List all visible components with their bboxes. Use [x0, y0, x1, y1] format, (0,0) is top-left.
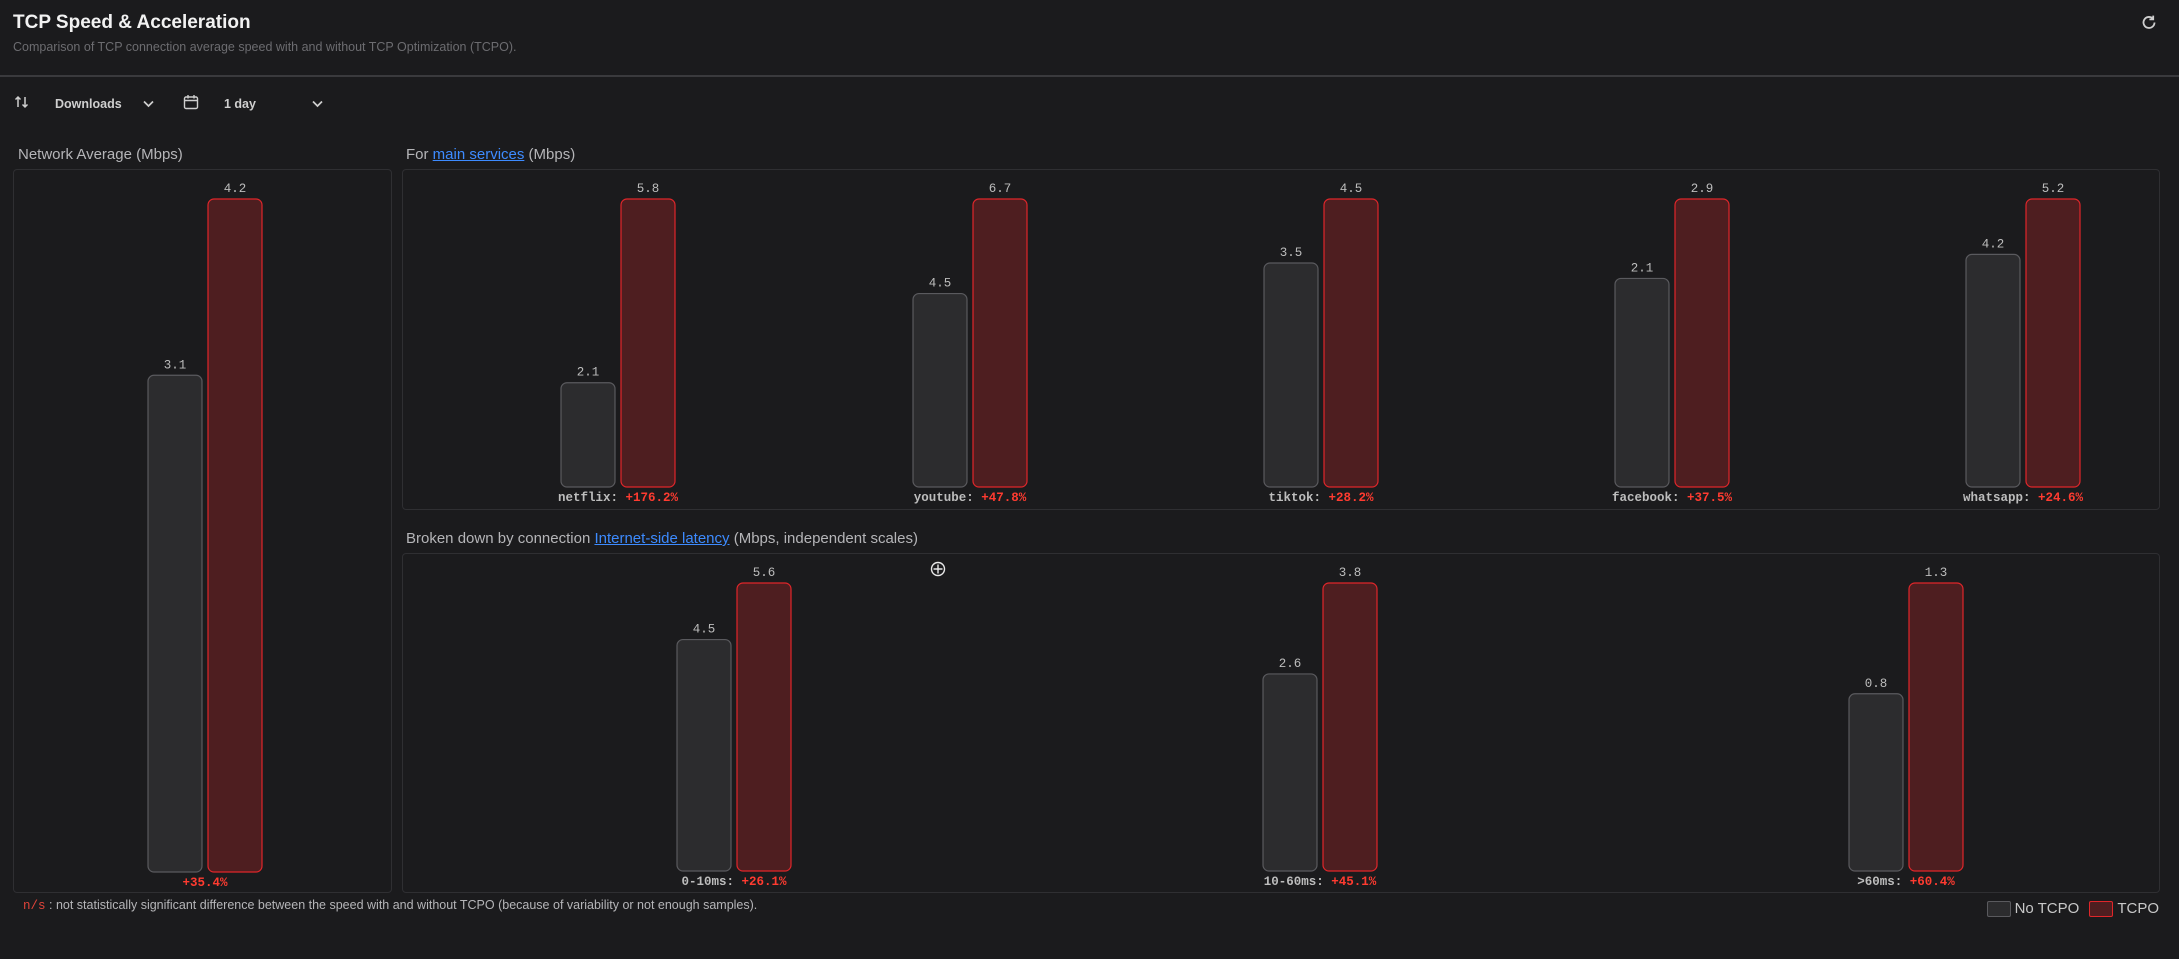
- category-label: youtube: +47.8%: [914, 491, 1027, 505]
- bar-tcpo-whatsapp[interactable]: [2025, 198, 2081, 488]
- category-name: facebook:: [1612, 491, 1687, 505]
- latency-title-suffix: (Mbps, independent scales): [729, 530, 918, 547]
- category-name: tiktok:: [1268, 491, 1328, 505]
- bar-no-tcpo-youtube[interactable]: [912, 292, 968, 488]
- bar-no-tcpo-facebook[interactable]: [1614, 277, 1670, 488]
- category-name: youtube:: [914, 491, 982, 505]
- category-name: >60ms:: [1857, 875, 1910, 889]
- bar-no-tcpo[interactable]: [147, 374, 203, 873]
- bar-tcpo[interactable]: [207, 198, 263, 873]
- sort-arrows-icon: [14, 95, 29, 109]
- latency-title-prefix: Broken down by connection: [406, 530, 595, 547]
- category-label: netflix: +176.2%: [558, 491, 679, 505]
- bar-no-tcpo-tiktok[interactable]: [1263, 262, 1319, 488]
- bar-tcpo-netflix[interactable]: [620, 198, 676, 488]
- data-label-no-tcpo: 4.5: [693, 623, 716, 637]
- page-title: TCP Speed & Acceleration: [13, 12, 251, 33]
- data-label-tcpo: 5.2: [2042, 182, 2065, 196]
- gain-label: +37.5%: [1687, 491, 1733, 505]
- period-select[interactable]: 1 day: [224, 97, 324, 115]
- services-chart: 2.1 5.8 netflix: +176.2% 4.5 6.7 youtube: +47…: [558, 182, 2084, 505]
- data-label-no-tcpo: 3.5: [1280, 246, 1303, 260]
- services-panel-title: For main services (Mbps): [406, 146, 575, 163]
- latency-chart: 4.5 5.6 0-10ms: +26.1% 2.6 3.8 10-60ms: +45.1…: [676, 566, 1964, 889]
- bar-tcpo-tiktok[interactable]: [1323, 198, 1379, 488]
- bar-tcpo->60ms[interactable]: [1908, 582, 1964, 872]
- data-label-tcpo: 4.5: [1340, 182, 1363, 196]
- latency-link[interactable]: Internet-side latency: [594, 530, 729, 547]
- category-label: tiktok: +28.2%: [1268, 491, 1374, 505]
- toolbar: Downloads 1 day: [0, 92, 400, 120]
- data-label-tcpo: 4.2: [224, 182, 247, 196]
- gain-label: +35.4%: [182, 876, 228, 890]
- data-label-tcpo: 2.9: [1691, 182, 1714, 196]
- category-name: whatsapp:: [1963, 491, 2038, 505]
- legend-no-tcpo-swatch: [1986, 900, 2011, 917]
- data-label-no-tcpo: 4.5: [929, 277, 952, 291]
- data-label-no-tcpo: 3.1: [164, 358, 187, 372]
- services-title-suffix: (Mbps): [524, 146, 576, 163]
- main-services-link[interactable]: main services: [433, 146, 525, 163]
- gain-label: +28.2%: [1329, 491, 1375, 505]
- data-label-tcpo: 1.3: [1925, 566, 1948, 580]
- period-select-value: 1 day: [224, 97, 256, 111]
- gain-label: +47.8%: [981, 491, 1027, 505]
- data-label-tcpo: 5.6: [753, 566, 776, 580]
- data-label-no-tcpo: 0.8: [1865, 677, 1888, 691]
- category-name: 10-60ms:: [1264, 875, 1332, 889]
- legend-no-tcpo-label: No TCPO: [2014, 900, 2080, 917]
- footnote-ns-label: n/s: [23, 899, 46, 913]
- category-label: 0-10ms: +26.1%: [681, 875, 787, 889]
- category-label: 10-60ms: +45.1%: [1264, 875, 1377, 889]
- data-label-tcpo: 6.7: [989, 182, 1012, 196]
- move-cursor-icon: [930, 561, 946, 577]
- bar-tcpo-10-60ms[interactable]: [1322, 582, 1378, 872]
- legend: No TCPO TCPO: [1977, 900, 2159, 917]
- gain-label: +24.6%: [2038, 491, 2084, 505]
- services-title-prefix: For: [406, 146, 433, 163]
- latency-panel-title: Broken down by connection Internet-side …: [406, 530, 918, 547]
- data-label-tcpo: 3.8: [1339, 566, 1362, 580]
- chevron-down-icon: [312, 100, 323, 108]
- category-label: >60ms: +60.4%: [1857, 875, 1955, 889]
- category-label: facebook: +37.5%: [1612, 491, 1733, 505]
- bar-no-tcpo-netflix[interactable]: [560, 382, 616, 488]
- category-label: +35.4%: [182, 876, 228, 890]
- bar-tcpo-0-10ms[interactable]: [736, 582, 792, 872]
- footnote-text: : not statistically significant differen…: [49, 898, 758, 912]
- network-average-chart: 3.1 4.2 +35.4%: [147, 182, 263, 890]
- category-name: 0-10ms:: [681, 875, 741, 889]
- category-label: whatsapp: +24.6%: [1963, 491, 2084, 505]
- data-label-no-tcpo: 2.6: [1279, 657, 1302, 671]
- gain-label: +176.2%: [626, 491, 679, 505]
- page-subtitle: Comparison of TCP connection average spe…: [13, 40, 517, 54]
- chevron-down-icon: [143, 100, 154, 108]
- category-name: netflix:: [558, 491, 626, 505]
- gain-label: +60.4%: [1910, 875, 1956, 889]
- bar-no-tcpo-10-60ms[interactable]: [1262, 673, 1318, 872]
- bar-no-tcpo-whatsapp[interactable]: [1965, 253, 2021, 488]
- legend-tcpo-swatch: [2089, 900, 2114, 917]
- bar-no-tcpo->60ms[interactable]: [1848, 693, 1904, 872]
- gain-label: +26.1%: [742, 875, 788, 889]
- footnote: n/s : not statistically significant diff…: [23, 898, 757, 913]
- direction-select-value: Downloads: [55, 97, 122, 111]
- data-label-tcpo: 5.8: [637, 182, 660, 196]
- data-label-no-tcpo: 2.1: [577, 366, 600, 380]
- data-label-no-tcpo: 2.1: [1631, 261, 1654, 275]
- bar-no-tcpo-0-10ms[interactable]: [676, 638, 732, 872]
- data-label-no-tcpo: 4.2: [1982, 237, 2005, 251]
- gain-label: +45.1%: [1331, 875, 1377, 889]
- legend-tcpo-label: TCPO: [2117, 900, 2159, 917]
- calendar-icon: [183, 95, 199, 110]
- direction-select[interactable]: Downloads: [55, 97, 155, 115]
- bar-tcpo-facebook[interactable]: [1674, 198, 1730, 488]
- bar-tcpo-youtube[interactable]: [972, 198, 1028, 488]
- page-header: TCP Speed & Acceleration Comparison of T…: [0, 0, 2179, 77]
- refresh-icon[interactable]: [2139, 13, 2159, 33]
- network-panel-title: Network Average (Mbps): [18, 146, 183, 163]
